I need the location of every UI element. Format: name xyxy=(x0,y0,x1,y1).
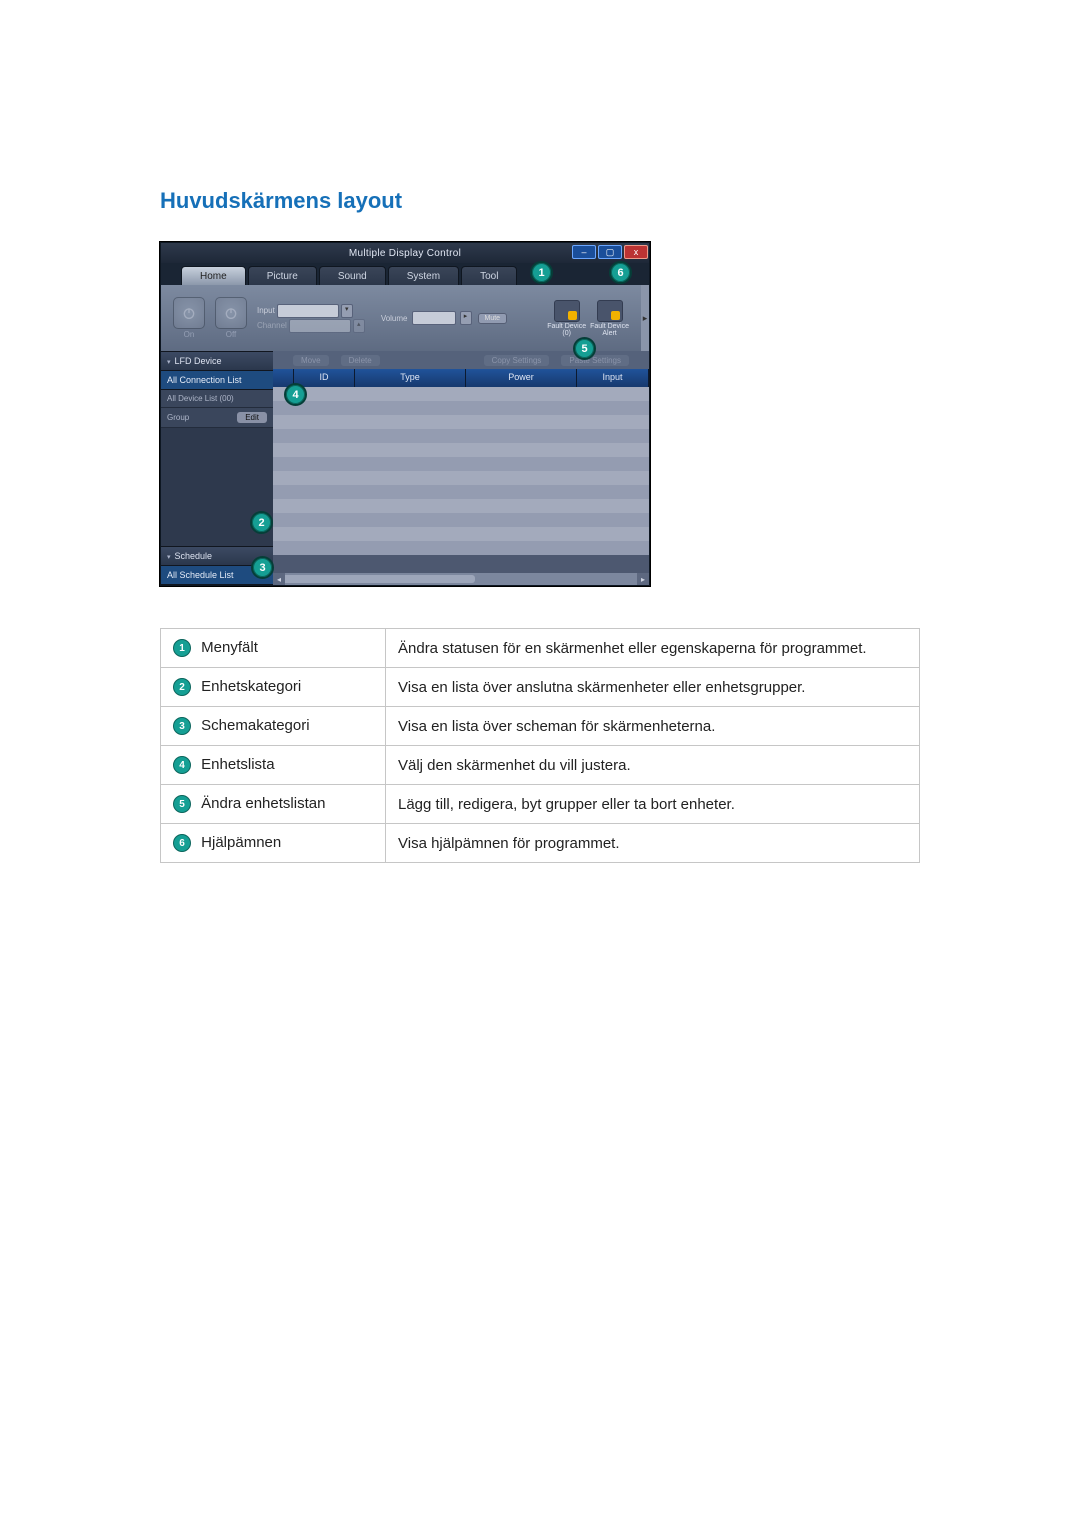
legend-badge: 4 xyxy=(173,756,191,774)
legend-desc: Välj den skärmenhet du vill justera. xyxy=(386,746,920,785)
page-title: Huvudskärmens layout xyxy=(160,188,920,214)
legend-badge: 5 xyxy=(173,795,191,813)
legend-row: 6 Hjälpämnen Visa hjälpämnen för program… xyxy=(161,824,920,863)
sidebar-group-label: Group xyxy=(167,413,189,422)
tb-move[interactable]: Move xyxy=(293,355,329,366)
callout-2: 2 xyxy=(250,511,273,534)
sidebar-all-dev[interactable]: All Device List (00) xyxy=(167,394,234,403)
power-on-label: On xyxy=(184,330,195,339)
callout-3: 3 xyxy=(251,556,274,579)
fault-device-icon[interactable] xyxy=(554,300,580,322)
legend-name: Schemakategori xyxy=(201,717,309,734)
scroll-left-icon[interactable]: ◂ xyxy=(273,573,285,585)
power-on-icon[interactable] xyxy=(173,297,205,329)
sidebar-edit-button[interactable]: Edit xyxy=(237,412,267,423)
col-input[interactable]: Input xyxy=(577,369,649,387)
legend-desc: Visa en lista över anslutna skärmenheter… xyxy=(386,668,920,707)
col-power[interactable]: Power xyxy=(466,369,577,387)
callout-5: 5 xyxy=(573,337,596,360)
tb-paste[interactable]: Paste Settings xyxy=(561,355,629,366)
minimize-button[interactable]: – xyxy=(572,245,596,259)
legend-row: 5 Ändra enhetslistan Lägg till, redigera… xyxy=(161,785,920,824)
tb-copy[interactable]: Copy Settings xyxy=(484,355,550,366)
volume-label: Volume xyxy=(381,314,408,323)
scroll-right-icon[interactable]: ▸ xyxy=(637,573,649,585)
close-button[interactable]: x xyxy=(624,245,648,259)
input-select[interactable] xyxy=(277,304,339,318)
channel-field xyxy=(289,319,351,333)
tab-home[interactable]: Home xyxy=(181,266,246,285)
sidebar-lfd-header[interactable]: LFD Device xyxy=(161,351,273,371)
screenshot: Multiple Display Control – ▢ x Home Pict… xyxy=(160,242,648,586)
volume-field[interactable] xyxy=(412,311,456,325)
tb-delete[interactable]: Delete xyxy=(341,355,380,366)
tab-picture[interactable]: Picture xyxy=(248,266,317,285)
legend-desc: Visa en lista över scheman för skärmenhe… xyxy=(386,707,920,746)
callout-1: 1 xyxy=(530,261,553,284)
legend-name: Hjälpämnen xyxy=(201,834,281,851)
mute-button[interactable]: Mute xyxy=(478,313,508,324)
fault-alert-icon[interactable] xyxy=(597,300,623,322)
device-list-area[interactable] xyxy=(273,387,649,573)
fault-device-label-2: (0) xyxy=(547,330,586,337)
legend-desc: Lägg till, redigera, byt grupper eller t… xyxy=(386,785,920,824)
legend-name: Enhetskategori xyxy=(201,678,301,695)
legend-name: Enhetslista xyxy=(201,756,274,773)
fault-device-label-1: Fault Device xyxy=(547,323,586,330)
legend-desc: Visa hjälpämnen för programmet. xyxy=(386,824,920,863)
legend-row: 4 Enhetslista Välj den skärmenhet du vil… xyxy=(161,746,920,785)
channel-label: Channel xyxy=(257,321,287,330)
legend-table: 1 Menyfält Ändra statusen för en skärmen… xyxy=(160,628,920,863)
callout-6: 6 xyxy=(609,261,632,284)
legend-name: Menyfält xyxy=(201,639,258,656)
col-id[interactable]: ID xyxy=(294,369,355,387)
window-title: Multiple Display Control xyxy=(349,248,461,259)
input-dropdown-icon[interactable]: ▾ xyxy=(341,304,353,318)
legend-name: Ändra enhetslistan xyxy=(201,795,325,812)
legend-badge: 2 xyxy=(173,678,191,696)
col-type[interactable]: Type xyxy=(355,369,466,387)
hscrollbar[interactable]: ◂ ▸ xyxy=(273,573,649,585)
legend-desc: Ändra statusen för en skärmenhet eller e… xyxy=(386,629,920,668)
channel-spinner: ▴ xyxy=(353,319,365,333)
maximize-button[interactable]: ▢ xyxy=(598,245,622,259)
legend-badge: 3 xyxy=(173,717,191,735)
legend-row: 2 Enhetskategori Visa en lista över ansl… xyxy=(161,668,920,707)
power-off-label: Off xyxy=(226,330,237,339)
titlebar: Multiple Display Control – ▢ x xyxy=(161,243,649,263)
sidebar-all-conn[interactable]: All Connection List xyxy=(161,371,273,390)
fault-alert-label-1: Fault Device xyxy=(590,323,629,330)
ribbon-next-icon[interactable]: ▸ xyxy=(641,285,649,351)
power-off-icon[interactable] xyxy=(215,297,247,329)
legend-row: 1 Menyfält Ändra statusen för en skärmen… xyxy=(161,629,920,668)
tab-tool[interactable]: Tool xyxy=(461,266,517,285)
callout-4: 4 xyxy=(284,383,307,406)
legend-row: 3 Schemakategori Visa en lista över sche… xyxy=(161,707,920,746)
fault-alert-label-2: Alert xyxy=(590,330,629,337)
input-label: Input xyxy=(257,306,275,315)
volume-spinner[interactable]: ▸ xyxy=(460,311,472,325)
tab-system[interactable]: System xyxy=(388,266,459,285)
legend-badge: 1 xyxy=(173,639,191,657)
legend-badge: 6 xyxy=(173,834,191,852)
tab-sound[interactable]: Sound xyxy=(319,266,386,285)
